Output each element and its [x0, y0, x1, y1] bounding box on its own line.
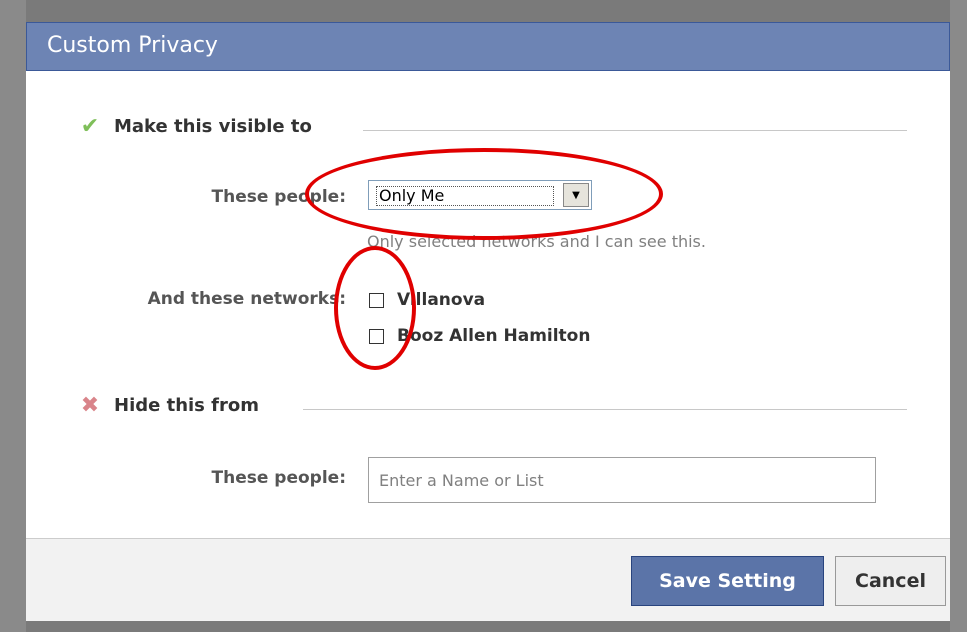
- visible-people-select[interactable]: Only Me ▼: [368, 180, 592, 210]
- visible-section-divider: [363, 130, 907, 131]
- dialog-titlebar: Custom Privacy: [26, 22, 950, 71]
- hide-people-input[interactable]: [368, 457, 876, 503]
- villanova-checkbox[interactable]: [369, 292, 384, 308]
- x-icon: ✖: [80, 393, 100, 418]
- page-backdrop: [0, 0, 26, 632]
- hide-section-header: ✖ Hide this from: [78, 393, 259, 418]
- dropdown-arrow-icon[interactable]: ▼: [563, 183, 589, 207]
- visible-helper-text: Only selected networks and I can see thi…: [367, 232, 706, 251]
- network-option-booz-allen-hamilton[interactable]: Booz Allen Hamilton: [369, 326, 590, 346]
- cancel-button[interactable]: Cancel: [835, 556, 946, 606]
- dialog-title: Custom Privacy: [47, 33, 218, 58]
- booz-allen-hamilton-checkbox[interactable]: [369, 328, 384, 344]
- custom-privacy-dialog: Custom Privacy ✔ Make this visible to Th…: [26, 22, 950, 621]
- villanova-label[interactable]: Villanova: [397, 290, 485, 310]
- networks-label: And these networks:: [147, 289, 346, 309]
- booz-allen-hamilton-label[interactable]: Booz Allen Hamilton: [397, 326, 590, 346]
- visible-section-header: ✔ Make this visible to: [78, 114, 312, 139]
- save-setting-button[interactable]: Save Setting: [631, 556, 824, 606]
- network-option-villanova[interactable]: Villanova: [369, 290, 485, 310]
- hide-section-divider: [303, 409, 907, 410]
- visible-people-select-value: Only Me: [376, 186, 554, 206]
- visible-section-label: Make this visible to: [114, 116, 312, 137]
- visible-people-label: These people:: [211, 187, 347, 207]
- hide-people-label: These people:: [211, 468, 347, 488]
- check-icon: ✔: [80, 114, 100, 139]
- hide-section-label: Hide this from: [114, 395, 259, 416]
- page-backdrop-right: [950, 0, 967, 632]
